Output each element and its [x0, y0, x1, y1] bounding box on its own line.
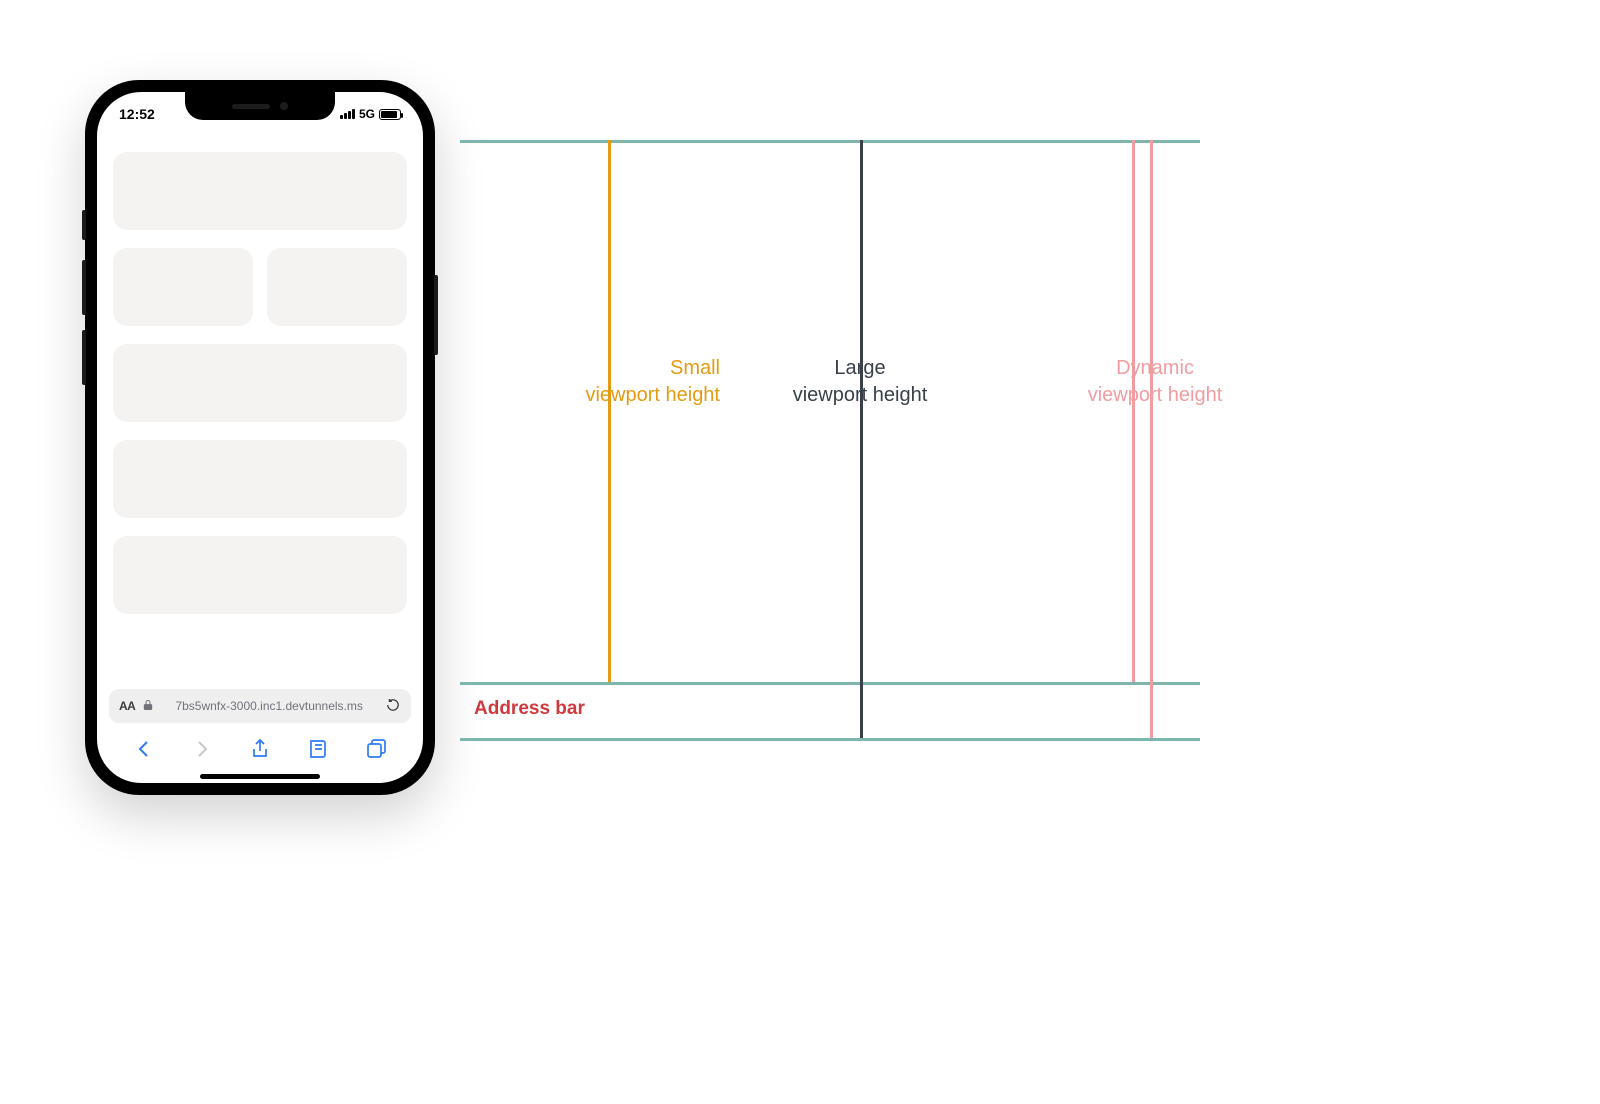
label-line2: viewport height [585, 384, 720, 406]
status-time: 12:52 [119, 106, 155, 122]
small-viewport-label: Small viewport height [495, 355, 720, 409]
safari-toolbar [97, 727, 423, 771]
phone-screen: 12:52 5G AA 7bs5wnfx-3000.inc1.devtunnel… [97, 92, 423, 783]
address-bar[interactable]: AA 7bs5wnfx-3000.inc1.devtunnels.ms [109, 689, 411, 723]
tabs-button[interactable] [364, 737, 388, 761]
phone-mockup: 12:52 5G AA 7bs5wnfx-3000.inc1.devtunnel… [85, 80, 435, 795]
phone-side-button [82, 210, 86, 240]
reload-icon[interactable] [385, 697, 401, 716]
signal-icon [340, 109, 355, 119]
phone-notch [185, 92, 335, 120]
text-size-button[interactable]: AA [119, 699, 135, 713]
bookmarks-button[interactable] [306, 737, 330, 761]
skeleton-row [113, 248, 407, 326]
home-indicator [200, 774, 320, 779]
label-line1: Large [834, 357, 885, 379]
viewport-small-bottom-line [460, 682, 1200, 685]
battery-icon [379, 109, 401, 120]
network-label: 5G [359, 107, 375, 121]
phone-side-button [82, 260, 86, 315]
label-line2: viewport height [793, 384, 928, 406]
small-viewport-line [608, 140, 611, 682]
skeleton-block [113, 152, 407, 230]
lock-icon [143, 699, 153, 714]
viewport-large-bottom-line [460, 738, 1200, 741]
viewport-diagram: Small viewport height Large viewport hei… [460, 140, 1200, 790]
address-bar-area-label: Address bar [474, 698, 585, 720]
phone-side-button [82, 330, 86, 385]
skeleton-block [113, 536, 407, 614]
dynamic-viewport-line-alt [1150, 140, 1153, 738]
dynamic-viewport-label: Dynamic viewport height [1055, 355, 1255, 409]
label-line1: Dynamic [1116, 357, 1194, 379]
large-viewport-line [860, 140, 863, 738]
dynamic-viewport-line [1132, 140, 1135, 682]
label-line2: viewport height [1088, 384, 1223, 406]
skeleton-block [113, 344, 407, 422]
phone-side-button [434, 275, 438, 355]
share-button[interactable] [248, 737, 272, 761]
skeleton-block [113, 440, 407, 518]
skeleton-block [267, 248, 407, 326]
back-button[interactable] [132, 737, 156, 761]
status-right: 5G [340, 107, 401, 121]
forward-button[interactable] [190, 737, 214, 761]
url-text[interactable]: 7bs5wnfx-3000.inc1.devtunnels.ms [161, 699, 377, 713]
page-content [113, 152, 407, 683]
label-line1: Small [670, 357, 720, 379]
large-viewport-label: Large viewport height [760, 355, 960, 409]
skeleton-block [113, 248, 253, 326]
viewport-top-line [460, 140, 1200, 143]
